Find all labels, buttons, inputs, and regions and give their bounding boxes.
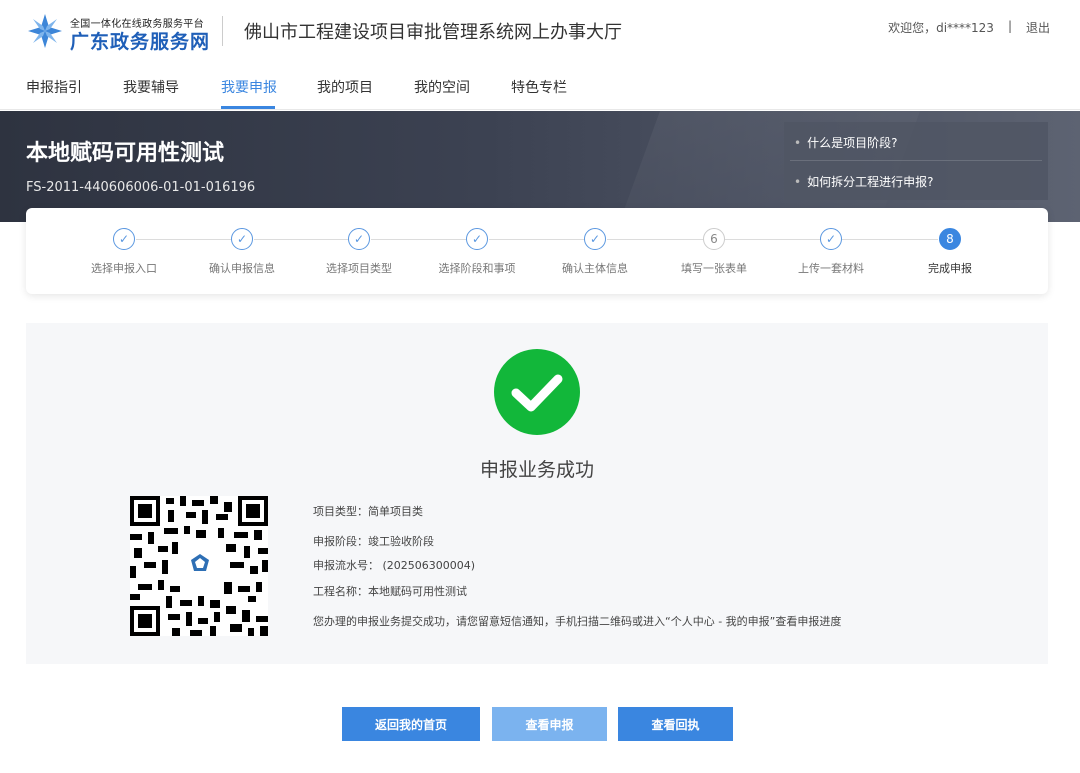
faq-box: 什么是项目阶段? 如何拆分工程进行申报? [784,122,1048,200]
success-check-icon [494,349,580,435]
step-connector [136,239,232,240]
faq-link-split[interactable]: 如何拆分工程进行申报? [794,173,933,190]
nav-item-space[interactable]: 我的空间 [414,77,470,97]
success-notice: 您办理的申报业务提交成功，请您留意短信通知，手机扫描二维码或进入“个人中心 - … [313,615,842,628]
step-connector [254,239,349,240]
view-receipt-button[interactable]: 查看回执 [618,707,733,741]
step-connector [607,239,703,240]
step-6-label: 填写一张表单 [681,262,747,275]
system-title: 佛山市工程建设项目审批管理系统网上办事大厅 [244,22,622,43]
main-nav: 申报指引 我要辅导 我要申报 我的项目 我的空间 特色专栏 [0,60,1080,110]
step-4-check-icon: ✓ [466,228,488,250]
project-name: 工程名称：本地赋码可用性测试 [313,585,467,598]
step-3-label: 选择项目类型 [326,262,392,275]
nav-item-guide[interactable]: 申报指引 [26,77,82,97]
application-stage: 申报阶段：竣工验收阶段 [313,535,434,548]
nav-item-features[interactable]: 特色专栏 [511,77,567,97]
logout-link[interactable]: 退出 [1026,19,1050,36]
step-7-label: 上传一套材料 [798,262,864,275]
qr-code-icon [130,496,268,636]
user-separator: | [1007,19,1012,33]
step-1-label: 选择申报入口 [91,262,157,275]
welcome-label: 欢迎您， [888,21,937,35]
logo-title: 广东政务服务网 [70,31,211,53]
nav-active-indicator [221,106,275,109]
step-6-number: 6 [703,228,725,250]
back-home-button[interactable]: 返回我的首页 [342,707,480,741]
step-connector [489,239,585,240]
step-3-check-icon: ✓ [348,228,370,250]
faq-divider [790,160,1042,161]
top-header: 全国一体化在线政务服务平台 广东政务服务网 佛山市工程建设项目审批管理系统网上办… [0,0,1080,60]
success-title: 申报业务成功 [479,459,594,481]
step-8-number: 8 [939,228,961,250]
nav-item-projects[interactable]: 我的项目 [317,77,373,97]
project-code: FS-2011-440606006-01-01-016196 [26,180,256,195]
step-connector [842,239,938,240]
username: di****123 [936,21,994,35]
welcome-text: 欢迎您，di****123 [888,19,994,36]
step-7-check-icon: ✓ [820,228,842,250]
user-area: 欢迎您，di****123 | 退出 [888,19,1050,36]
step-4-label: 选择阶段和事项 [438,262,516,275]
step-8-label: 完成申报 [928,262,972,275]
header-divider [222,16,223,46]
step-5-label: 确认主体信息 [562,262,628,275]
faq-link-stage[interactable]: 什么是项目阶段? [794,134,897,151]
gov-logo-icon [28,14,62,48]
nav-item-apply[interactable]: 我要申报 [221,77,277,97]
progress-steps: ✓ 选择申报入口 ✓ 确认申报信息 ✓ 选择项目类型 ✓ 选择阶段和事项 ✓ 确… [26,208,1048,294]
step-connector [371,239,467,240]
step-connector [725,239,820,240]
step-2-label: 确认申报信息 [209,262,275,275]
step-1-check-icon: ✓ [113,228,135,250]
project-title: 本地赋码可用性测试 [26,141,225,166]
view-application-button[interactable]: 查看申报 [492,707,607,741]
project-type: 项目类型：简单项目类 [313,505,423,518]
nav-item-coaching[interactable]: 我要辅导 [123,77,179,97]
result-panel: 申报业务成功 项目类型：简单项目类 申报阶段：竣工验收阶段 申报流水号： (20… [26,323,1048,664]
step-2-check-icon: ✓ [231,228,253,250]
serial-number: 申报流水号： (202506300004) [313,559,476,572]
step-5-check-icon: ✓ [584,228,606,250]
